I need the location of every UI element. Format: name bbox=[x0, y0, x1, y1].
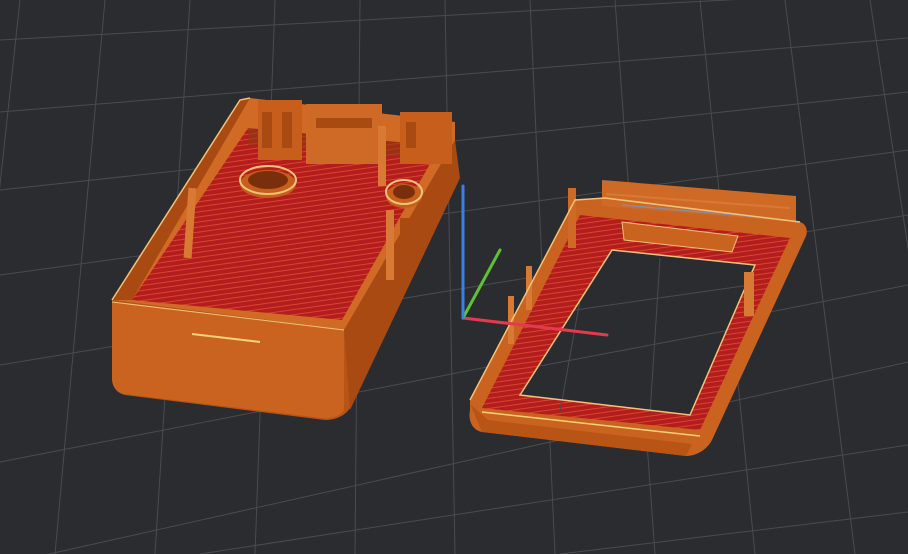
3d-viewport[interactable] bbox=[0, 0, 908, 554]
case-base-model[interactable] bbox=[111, 97, 460, 420]
case-lid-model[interactable] bbox=[469, 180, 807, 456]
y-axis-line bbox=[461, 248, 502, 320]
